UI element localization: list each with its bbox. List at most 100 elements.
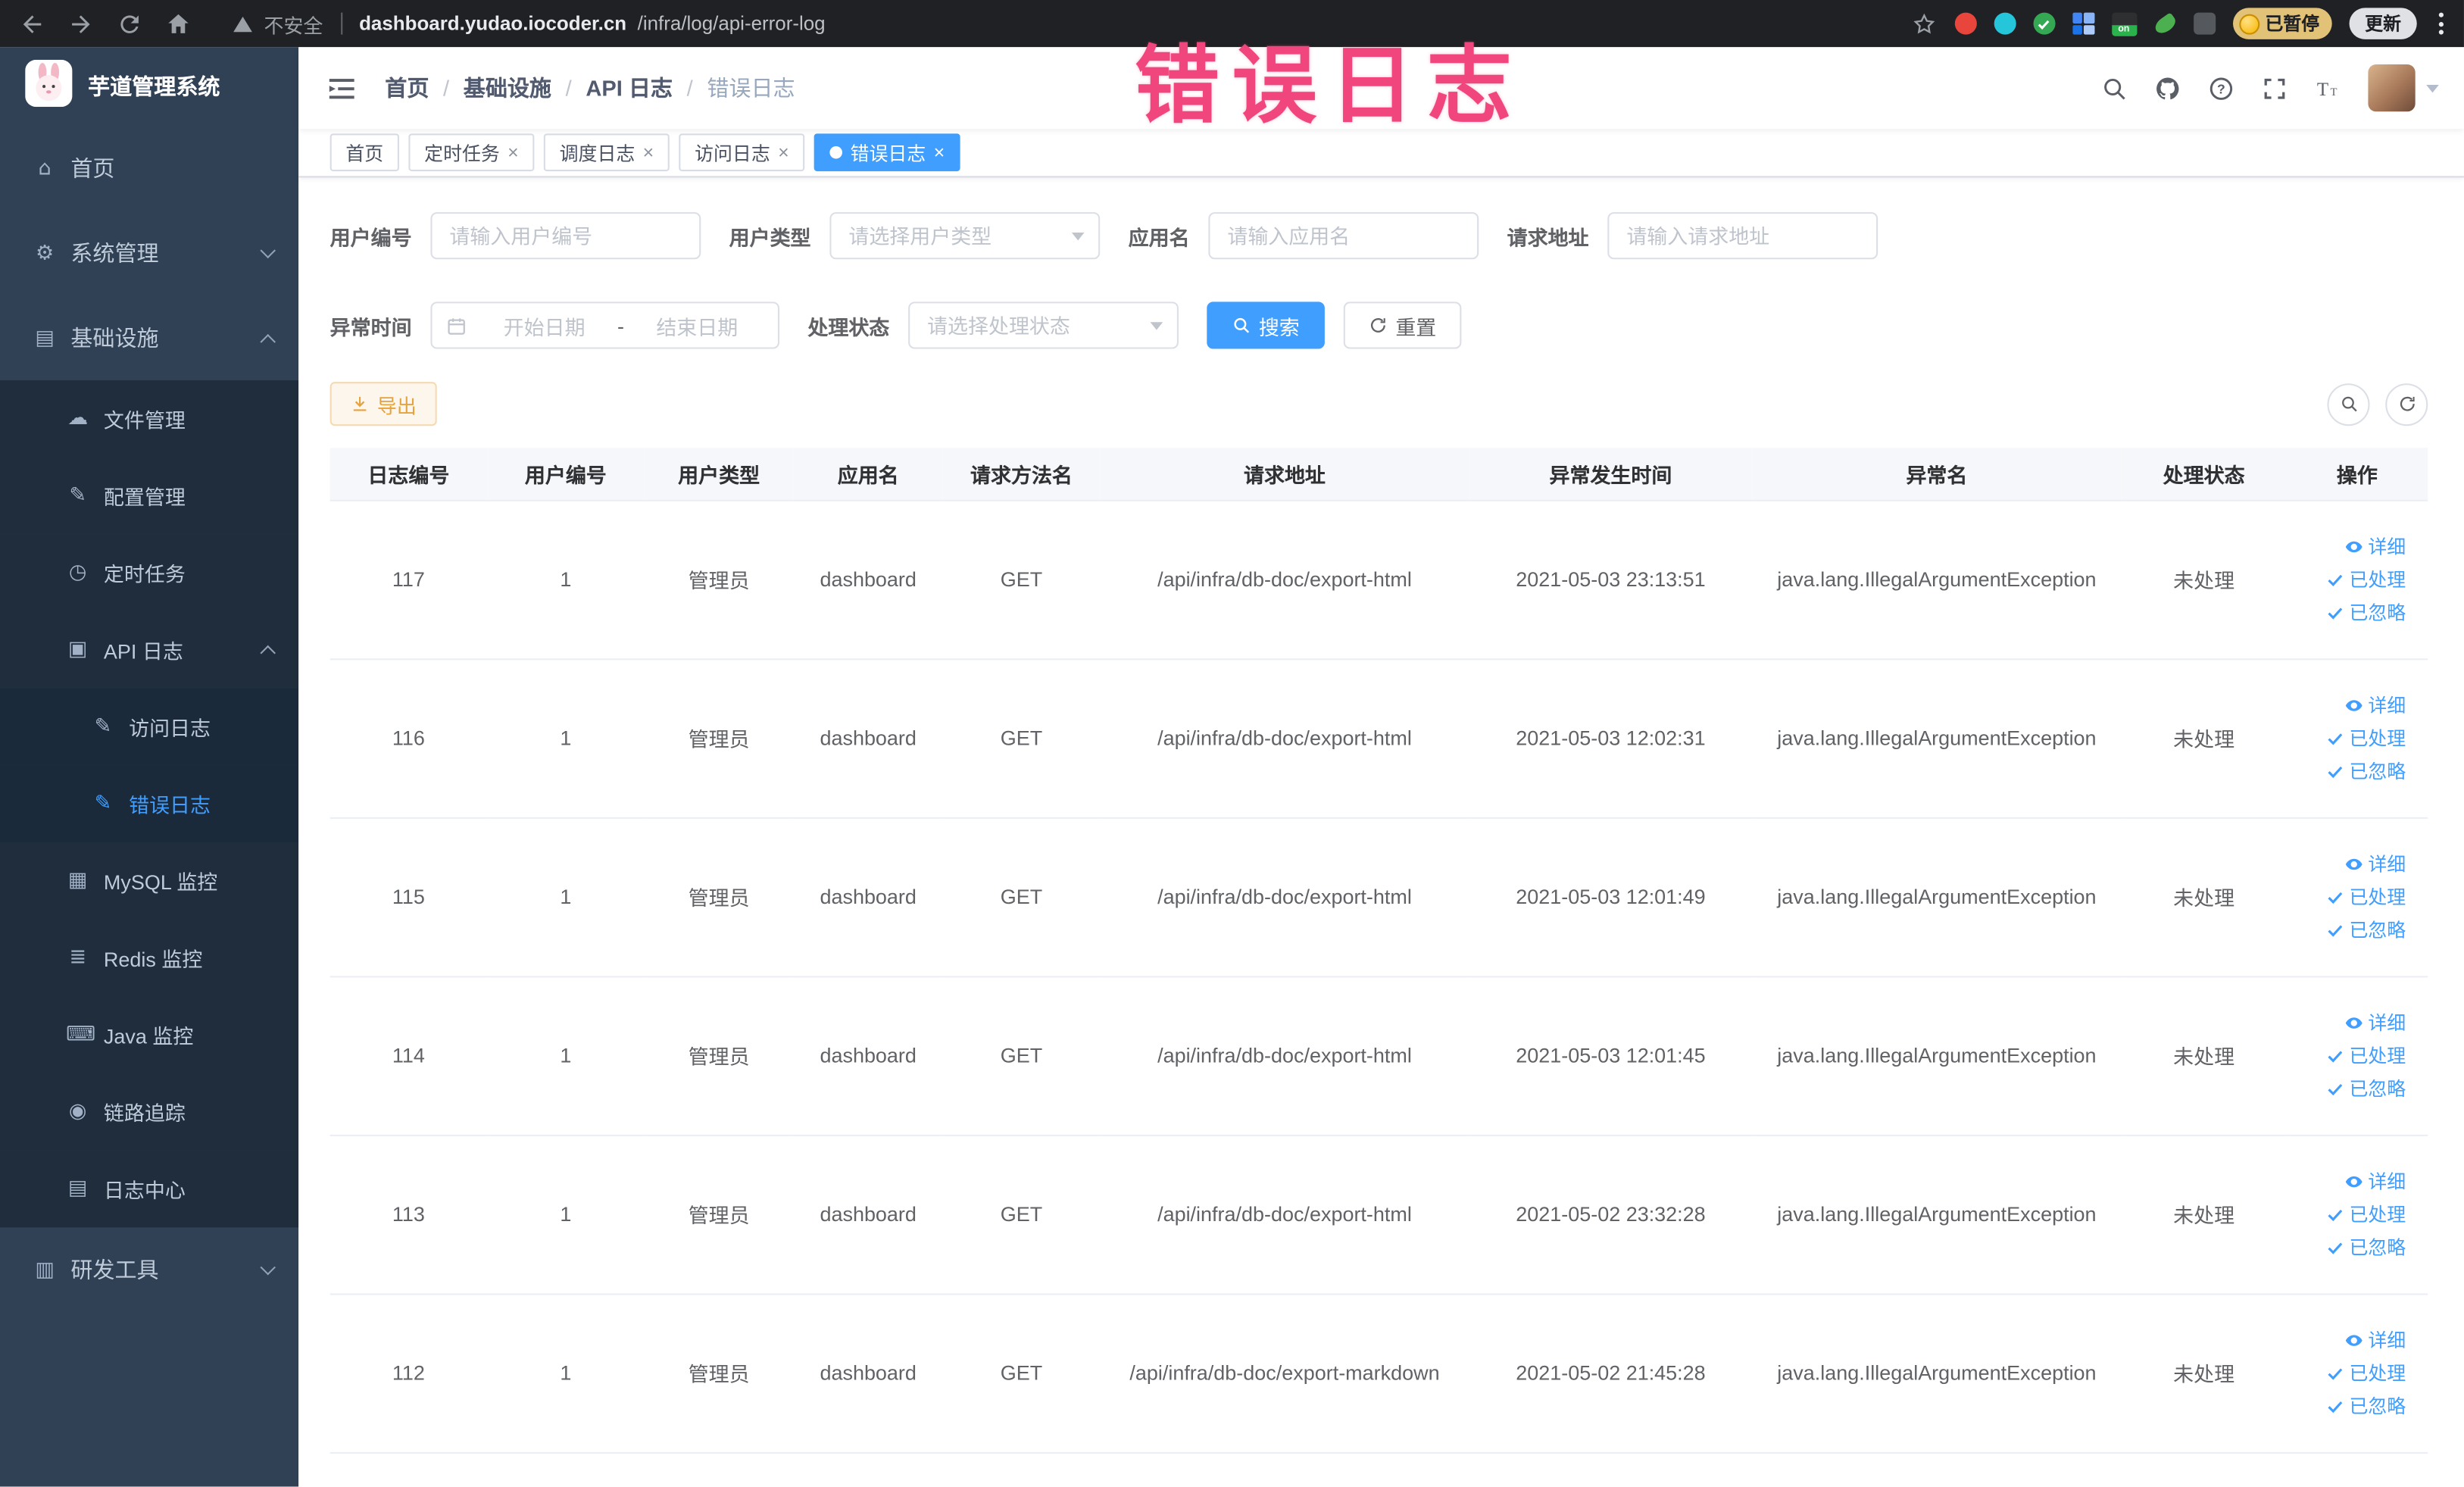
sidebar-item-redis-monitor[interactable]: ≣ Redis 监控 bbox=[0, 919, 299, 997]
extension-red-icon[interactable] bbox=[1953, 12, 1976, 35]
profile-paused-badge[interactable]: 已暂停 bbox=[2231, 8, 2332, 39]
refresh-table-button[interactable] bbox=[2385, 383, 2428, 426]
bookmark-star-icon[interactable] bbox=[1910, 10, 1937, 36]
check-icon bbox=[2328, 1400, 2343, 1413]
request-url-input[interactable] bbox=[1607, 212, 1878, 260]
detail-link[interactable]: 详细 bbox=[2344, 1009, 2406, 1036]
request-url-label: 请求地址 bbox=[1507, 225, 1589, 249]
toggle-search-button[interactable] bbox=[2327, 383, 2370, 426]
browser-update-button[interactable]: 更新 bbox=[2349, 8, 2417, 39]
breadcrumb-api-logs[interactable]: API 日志 bbox=[586, 72, 673, 103]
browser-chrome: 不安全 dashboard.yudao.iocoder.cn/infra/log… bbox=[0, 0, 2464, 48]
mark-ignored-link[interactable]: 已忽略 bbox=[2325, 758, 2406, 784]
reset-button[interactable]: 重置 bbox=[1343, 301, 1462, 349]
detail-link[interactable]: 详细 bbox=[2344, 692, 2406, 718]
cell-request-url: /api/infra/db-doc/export-html bbox=[1100, 1134, 1469, 1295]
search-icon[interactable] bbox=[2101, 75, 2128, 102]
sidebar-item-trace[interactable]: ◉ 链路追踪 bbox=[0, 1073, 299, 1151]
mark-processed-link[interactable]: 已处理 bbox=[2325, 566, 2406, 592]
col-exception-time: 异常发生时间 bbox=[1469, 448, 1753, 501]
detail-link[interactable]: 详细 bbox=[2344, 1167, 2406, 1194]
chevron-up-icon bbox=[260, 645, 276, 661]
close-icon[interactable]: × bbox=[507, 143, 519, 162]
extension-on-icon[interactable]: on bbox=[2111, 11, 2137, 36]
sidebar-item-mysql-monitor[interactable]: ▦ MySQL 监控 bbox=[0, 842, 299, 920]
export-button[interactable]: 导出 bbox=[329, 382, 437, 426]
detail-link[interactable]: 详细 bbox=[2344, 850, 2406, 876]
github-icon[interactable] bbox=[2154, 75, 2181, 102]
user-type-select[interactable] bbox=[829, 212, 1101, 260]
mark-processed-link[interactable]: 已处理 bbox=[2325, 1042, 2406, 1068]
font-size-icon[interactable]: TT bbox=[2315, 75, 2341, 102]
date-separator: - bbox=[617, 313, 625, 338]
sidebar-item-dev-tools[interactable]: ▥ 研发工具 bbox=[0, 1227, 298, 1312]
sidebar-item-home[interactable]: ⌂ 首页 bbox=[0, 126, 298, 211]
sidebar-item-infrastructure[interactable]: ▤ 基础设施 bbox=[0, 295, 298, 380]
address-bar[interactable]: 不安全 dashboard.yudao.iocoder.cn/infra/log… bbox=[233, 8, 826, 38]
browser-menu-icon[interactable] bbox=[2434, 12, 2449, 35]
home-browser-icon[interactable] bbox=[165, 10, 192, 36]
extension-leaf-icon[interactable] bbox=[2151, 11, 2178, 36]
help-icon[interactable]: ? bbox=[2208, 75, 2234, 102]
detail-link[interactable]: 详细 bbox=[2344, 1326, 2406, 1353]
fullscreen-icon[interactable] bbox=[2261, 75, 2288, 102]
breadcrumb-home[interactable]: 首页 bbox=[385, 72, 429, 103]
mark-ignored-link[interactable]: 已忽略 bbox=[2325, 1234, 2406, 1261]
close-icon[interactable]: × bbox=[934, 143, 945, 162]
cell-app-name: dashboard bbox=[793, 976, 943, 1136]
sidebar-item-system-management[interactable]: ⚙ 系统管理 bbox=[0, 211, 298, 295]
sidebar-item-access-logs[interactable]: ✎ 访问日志 bbox=[0, 688, 299, 766]
user-menu[interactable] bbox=[2368, 64, 2439, 112]
breadcrumb-infrastructure[interactable]: 基础设施 bbox=[464, 72, 551, 103]
search-button[interactable]: 搜索 bbox=[1207, 301, 1325, 349]
tab-home[interactable]: 首页 bbox=[329, 133, 399, 172]
active-dot-icon bbox=[829, 145, 843, 159]
sidebar-collapse-icon[interactable] bbox=[327, 73, 357, 102]
mark-ignored-link[interactable]: 已忽略 bbox=[2325, 1075, 2406, 1101]
user-id-input[interactable] bbox=[430, 212, 701, 260]
tab-error-logs[interactable]: 错误日志 × bbox=[814, 133, 960, 172]
date-range-picker[interactable]: 开始日期 - 结束日期 bbox=[430, 301, 780, 349]
date-start-placeholder: 开始日期 bbox=[503, 314, 586, 339]
sidebar-item-file-management[interactable]: ☁ 文件管理 bbox=[0, 380, 299, 458]
sidebar-item-scheduled-tasks[interactable]: ◷ 定时任务 bbox=[0, 534, 299, 612]
cell-user-type: 管理员 bbox=[644, 817, 794, 977]
cell-user-id: 1 bbox=[487, 499, 645, 660]
breadcrumb-error-logs: 错误日志 bbox=[707, 75, 795, 101]
close-icon[interactable]: × bbox=[643, 143, 654, 162]
sidebar-item-error-logs[interactable]: ✎ 错误日志 bbox=[0, 765, 299, 842]
mark-ignored-link[interactable]: 已忽略 bbox=[2325, 598, 2406, 625]
sidebar-item-config-management[interactable]: ✎ 配置管理 bbox=[0, 457, 299, 535]
table-toolbar: 导出 bbox=[329, 382, 2428, 426]
sidebar-item-label: 日志中心 bbox=[103, 1178, 186, 1203]
mark-ignored-link[interactable]: 已忽略 bbox=[2325, 1392, 2406, 1419]
extension-teal-icon[interactable] bbox=[1993, 12, 2016, 35]
mark-processed-link[interactable]: 已处理 bbox=[2325, 883, 2406, 910]
extension-check-icon[interactable] bbox=[2032, 12, 2055, 35]
security-warning-label[interactable]: 不安全 bbox=[264, 8, 323, 38]
back-icon[interactable] bbox=[19, 10, 45, 36]
mark-processed-link[interactable]: 已处理 bbox=[2325, 1360, 2406, 1386]
detail-link[interactable]: 详细 bbox=[2344, 533, 2406, 559]
app-name-input[interactable] bbox=[1208, 212, 1479, 260]
process-status-select[interactable] bbox=[908, 301, 1179, 349]
eye-icon bbox=[2345, 858, 2363, 870]
extensions-puzzle-icon[interactable] bbox=[2193, 12, 2216, 35]
sidebar-item-java-monitor[interactable]: ⌨ Java 监控 bbox=[0, 996, 299, 1073]
mark-ignored-link[interactable]: 已忽略 bbox=[2325, 916, 2406, 942]
tab-scheduled-tasks[interactable]: 定时任务 × bbox=[408, 133, 535, 172]
sidebar-item-log-center[interactable]: ▤ 日志中心 bbox=[0, 1150, 299, 1228]
close-icon[interactable]: × bbox=[778, 143, 789, 162]
tab-access-logs[interactable]: 访问日志 × bbox=[679, 133, 805, 172]
tab-label: 调度日志 bbox=[559, 142, 636, 164]
extension-on-label: on bbox=[2111, 24, 2137, 36]
avatar[interactable] bbox=[2368, 64, 2416, 112]
cell-exception-name: java.lang.IllegalArgumentException bbox=[1752, 658, 2122, 818]
sidebar-item-api-logs[interactable]: ▣ API 日志 bbox=[0, 611, 299, 689]
mark-processed-link[interactable]: 已处理 bbox=[2325, 724, 2406, 751]
reload-icon[interactable] bbox=[117, 10, 143, 36]
tab-schedule-logs[interactable]: 调度日志 × bbox=[543, 133, 670, 172]
forward-icon[interactable] bbox=[67, 10, 94, 36]
mark-processed-link[interactable]: 已处理 bbox=[2325, 1201, 2406, 1227]
extension-grid-icon[interactable] bbox=[2072, 12, 2094, 35]
